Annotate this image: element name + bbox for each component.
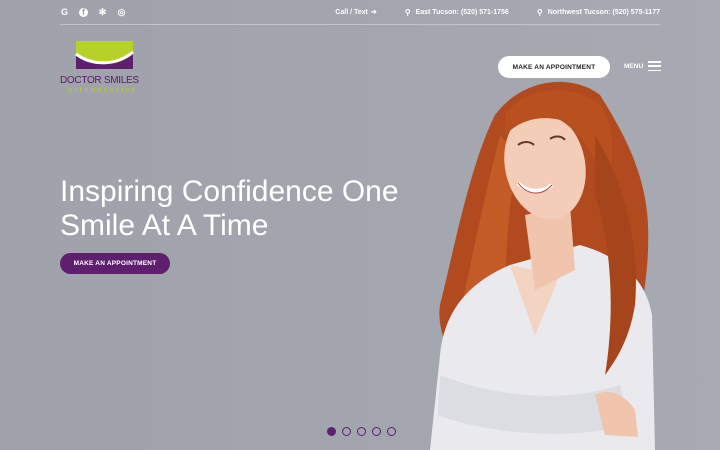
hero-woman-photo — [430, 81, 655, 450]
slide-dot-2[interactable] — [342, 427, 351, 436]
hamburger-icon — [648, 61, 662, 71]
northwest-tucson-phone-label: Northwest Tucson: (520) 575-1177 — [547, 8, 660, 16]
slide-dot-1[interactable] — [327, 427, 336, 436]
menu-label: MENU — [624, 62, 644, 70]
google-icon[interactable]: G — [60, 7, 69, 17]
logo-tagline: orthodontics — [68, 86, 137, 94]
map-pin-icon: ⚲ — [536, 7, 543, 17]
slider-pagination — [327, 427, 396, 436]
slide-dot-3[interactable] — [357, 427, 366, 436]
slide-dot-4[interactable] — [372, 427, 381, 436]
menu-button[interactable]: MENU — [624, 61, 662, 71]
logo-wordmark: DOCTOR SMILES — [60, 75, 139, 86]
arrow-right-icon: ➔ — [370, 9, 377, 16]
slide-dot-5[interactable] — [387, 427, 396, 436]
facebook-icon[interactable]: f — [79, 7, 88, 17]
east-tucson-phone-label: East Tucson: (520) 571-1756 — [415, 8, 509, 16]
east-tucson-phone-link[interactable]: ⚲ East Tucson: (520) 571-1756 — [405, 8, 509, 17]
hero-headline: Inspiring Confidence One Smile At A Time — [60, 175, 399, 242]
call-text-link[interactable]: Call / Text ➔ — [335, 8, 377, 17]
social-links: G f ✻ ◎ — [60, 7, 126, 18]
map-pin-icon: ⚲ — [404, 7, 411, 17]
instagram-icon[interactable]: ◎ — [117, 7, 126, 17]
site-logo[interactable]: DOCTOR SMILES orthodontics — [60, 40, 150, 96]
top-bar: G f ✻ ◎ Call / Text ➔ ⚲ East Tucson: (52… — [60, 0, 660, 25]
contact-links: Call / Text ➔ ⚲ East Tucson: (520) 571-1… — [335, 8, 660, 17]
logo-mark — [75, 41, 134, 69]
northwest-tucson-phone-link[interactable]: ⚲ Northwest Tucson: (520) 575-1177 — [537, 8, 660, 17]
hero-appointment-button[interactable]: MAKE AN APPOINTMENT — [60, 253, 170, 274]
yelp-icon[interactable]: ✻ — [98, 7, 107, 17]
call-text-label: Call / Text — [335, 8, 368, 16]
